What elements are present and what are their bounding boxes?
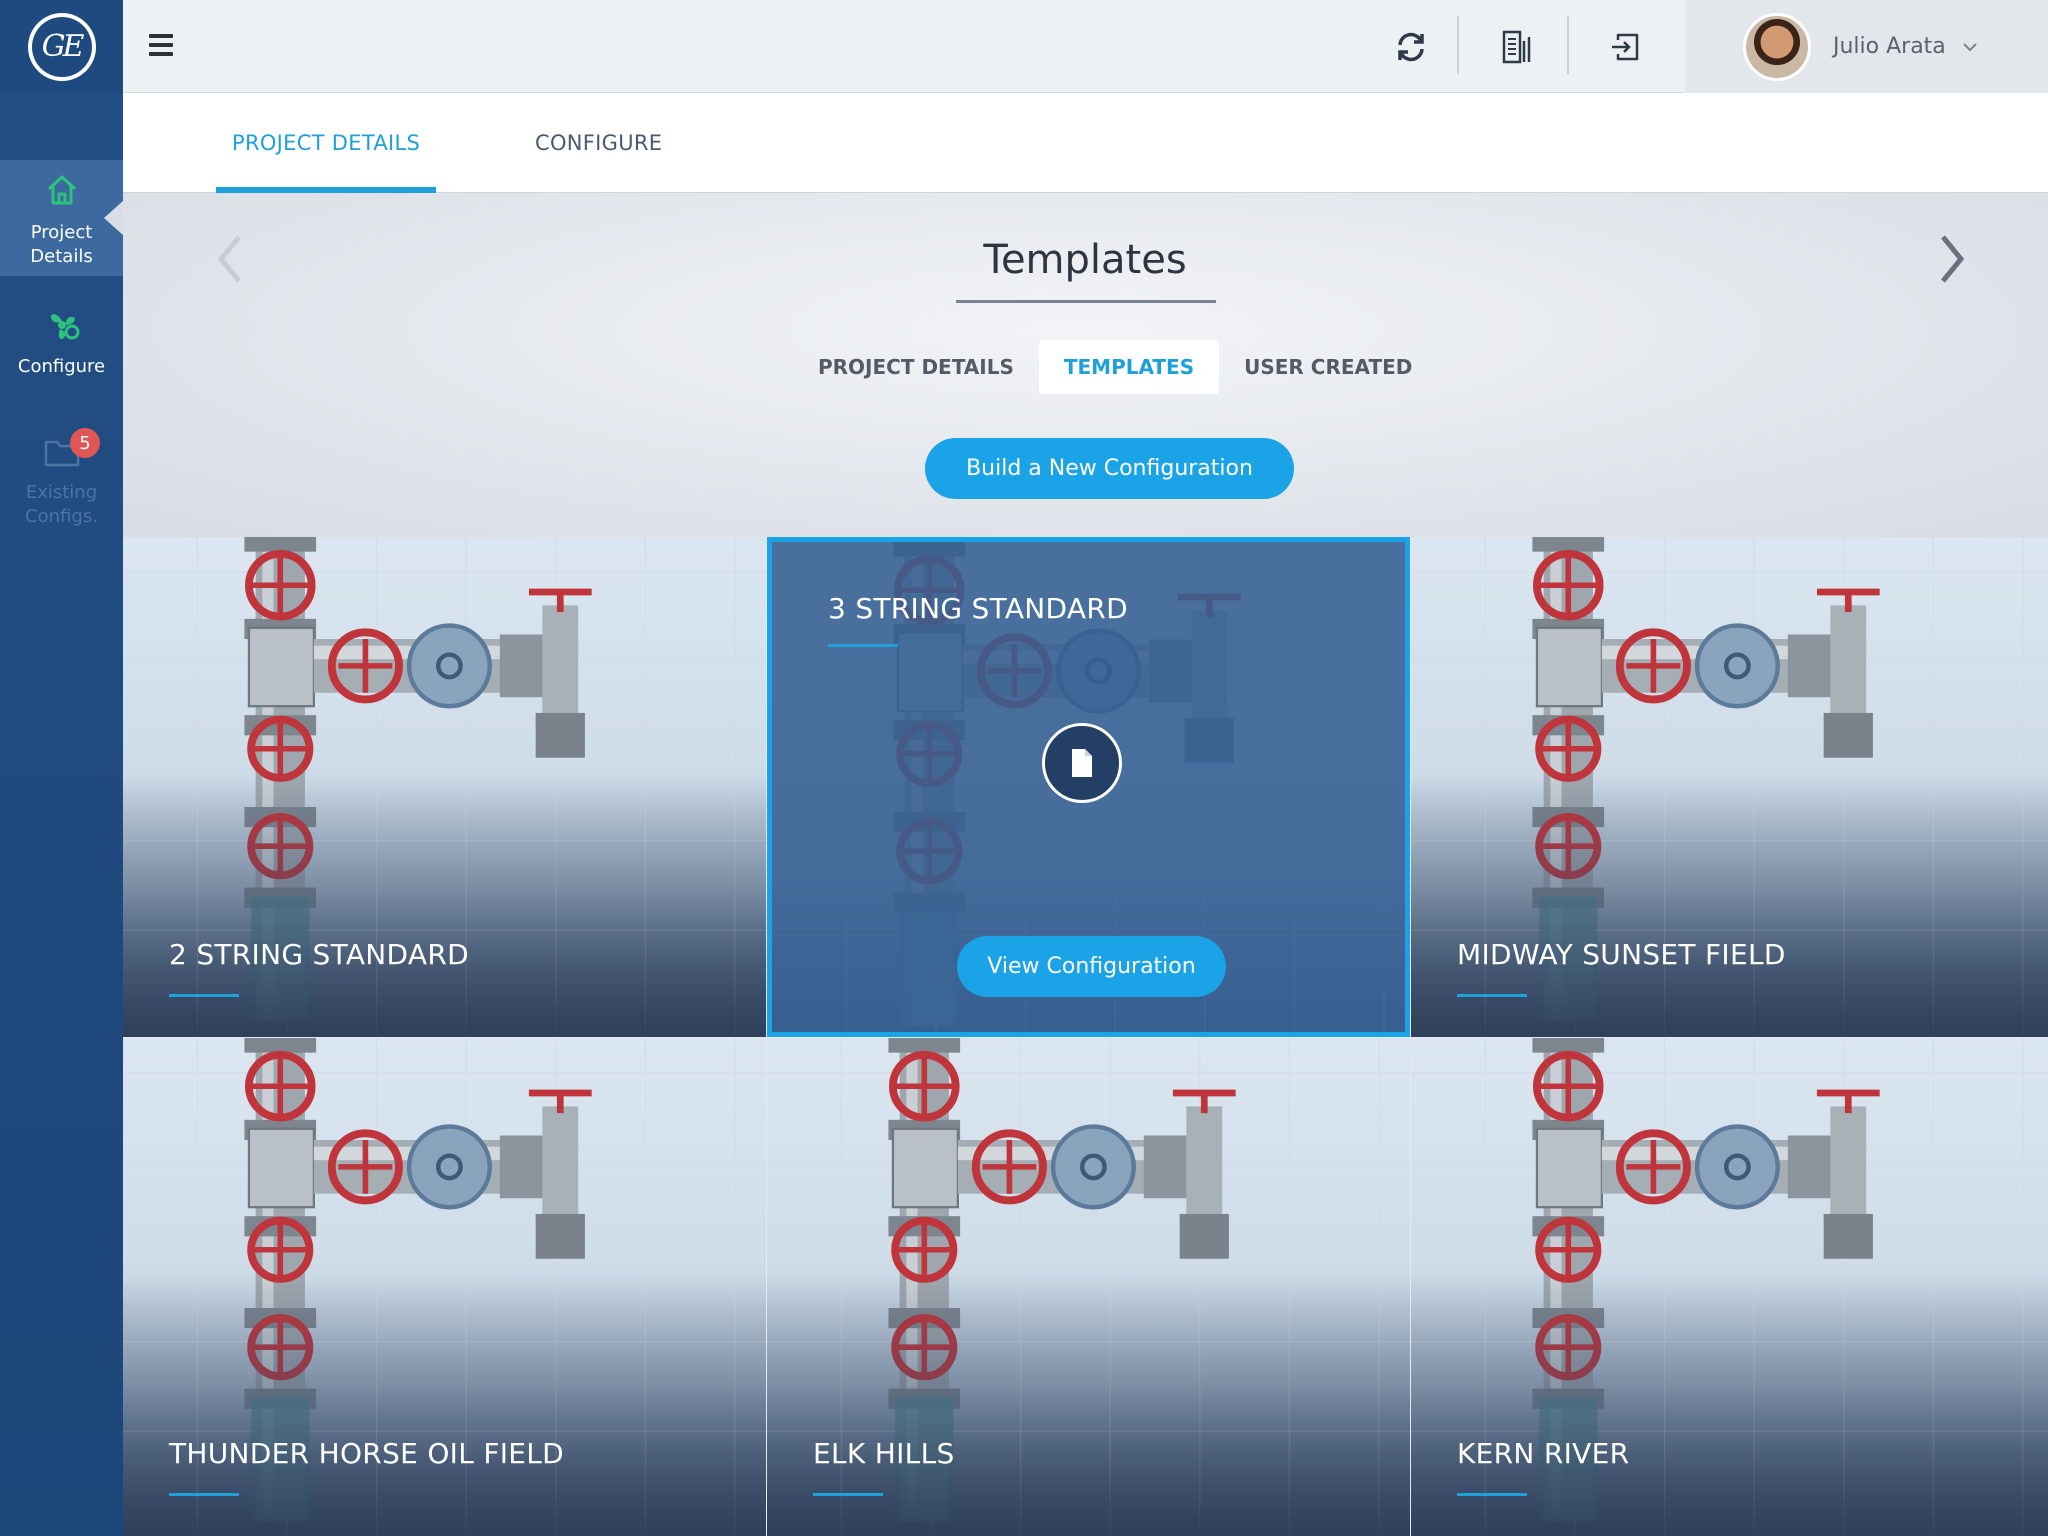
toolbar-divider bbox=[1567, 16, 1569, 74]
filter-user-created[interactable]: USER CREATED bbox=[1219, 340, 1437, 394]
logo-ring: GE bbox=[27, 12, 96, 81]
sidebar-item-label: Project bbox=[30, 222, 93, 243]
template-card[interactable]: MIDWAY SUNSET FIELD bbox=[1411, 537, 2048, 1037]
tab-project-details[interactable]: PROJECT DETAILS bbox=[216, 93, 437, 193]
template-filter-tabs: PROJECT DETAILS TEMPLATES USER CREATED bbox=[793, 340, 1437, 394]
sidebar-item-label: Existing bbox=[25, 482, 98, 503]
home-icon bbox=[44, 172, 80, 215]
card-title: 2 STRING STANDARD bbox=[169, 938, 469, 971]
sidebar-item-project-details[interactable]: Project Details bbox=[0, 160, 124, 276]
card-underline bbox=[828, 644, 898, 647]
templates-header: Templates PROJECT DETAILS TEMPLATES USER… bbox=[123, 193, 2048, 537]
card-shade bbox=[1411, 1276, 2048, 1536]
menu-icon[interactable] bbox=[149, 34, 173, 56]
section-tabs: PROJECT DETAILS CONFIGURE bbox=[123, 93, 2048, 193]
title-underline bbox=[956, 300, 1216, 303]
card-shade bbox=[123, 777, 766, 1037]
document-icon[interactable] bbox=[1042, 723, 1122, 803]
card-underline bbox=[1457, 994, 1527, 997]
template-card[interactable]: ELK HILLS bbox=[767, 1038, 1410, 1536]
build-new-configuration-button[interactable]: Build a New Configuration bbox=[925, 438, 1294, 499]
view-configuration-button[interactable]: View Configuration bbox=[957, 936, 1226, 997]
user-menu[interactable]: Julio Arata bbox=[1685, 0, 2048, 93]
sidebar-item-configure[interactable]: Configure bbox=[0, 308, 123, 388]
card-shade bbox=[767, 1276, 1410, 1536]
logo[interactable]: GE bbox=[0, 0, 123, 93]
filter-templates[interactable]: TEMPLATES bbox=[1038, 340, 1220, 394]
chevron-down-icon bbox=[1962, 37, 1978, 56]
user-name: Julio Arata bbox=[1833, 34, 1946, 59]
sidebar: GE Project Details Configure Existing Co… bbox=[0, 0, 124, 1536]
card-shade bbox=[123, 1276, 766, 1536]
card-title: THUNDER HORSE OIL FIELD bbox=[169, 1437, 565, 1470]
page-title: Templates bbox=[983, 237, 1187, 283]
fan-icon bbox=[42, 308, 82, 349]
chevron-left-icon[interactable] bbox=[209, 229, 249, 289]
template-card[interactable]: 2 STRING STANDARD bbox=[123, 537, 766, 1037]
template-card[interactable]: THUNDER HORSE OIL FIELD bbox=[123, 1038, 766, 1536]
avatar bbox=[1743, 12, 1811, 81]
ge-logo-mark: GE bbox=[31, 16, 92, 77]
card-title: 3 STRING STANDARD bbox=[828, 592, 1128, 625]
card-title: MIDWAY SUNSET FIELD bbox=[1457, 938, 1786, 971]
card-shade bbox=[1411, 777, 2048, 1037]
report-icon[interactable] bbox=[1492, 22, 1542, 72]
sidebar-item-label: Configure bbox=[17, 356, 106, 377]
sidebar-item-label: Details bbox=[30, 246, 93, 267]
notification-badge: 5 bbox=[70, 428, 100, 458]
filter-project-details[interactable]: PROJECT DETAILS bbox=[793, 340, 1039, 394]
card-title: ELK HILLS bbox=[813, 1437, 955, 1470]
sidebar-item-existing-configs[interactable]: Existing Configs. bbox=[0, 436, 123, 536]
card-underline bbox=[813, 1493, 883, 1496]
card-underline bbox=[169, 994, 239, 997]
sidebar-item-label: Configs. bbox=[25, 506, 98, 527]
toolbar-divider bbox=[1457, 16, 1459, 74]
template-grid: 2 STRING STANDARD 3 STRING STANDARD View… bbox=[123, 537, 2048, 1536]
card-underline bbox=[169, 1493, 239, 1496]
template-card-selected[interactable]: 3 STRING STANDARD View Configuration bbox=[767, 537, 1410, 1037]
sync-icon[interactable] bbox=[1386, 22, 1436, 72]
top-bar: Julio Arata bbox=[123, 0, 2048, 93]
template-card[interactable]: KERN RIVER bbox=[1411, 1038, 2048, 1536]
active-pointer bbox=[104, 200, 124, 236]
chevron-right-icon[interactable] bbox=[1933, 229, 1973, 289]
card-title: KERN RIVER bbox=[1457, 1437, 1630, 1470]
tab-configure[interactable]: CONFIGURE bbox=[519, 93, 678, 193]
logout-icon[interactable] bbox=[1600, 22, 1650, 72]
card-underline bbox=[1457, 1493, 1527, 1496]
